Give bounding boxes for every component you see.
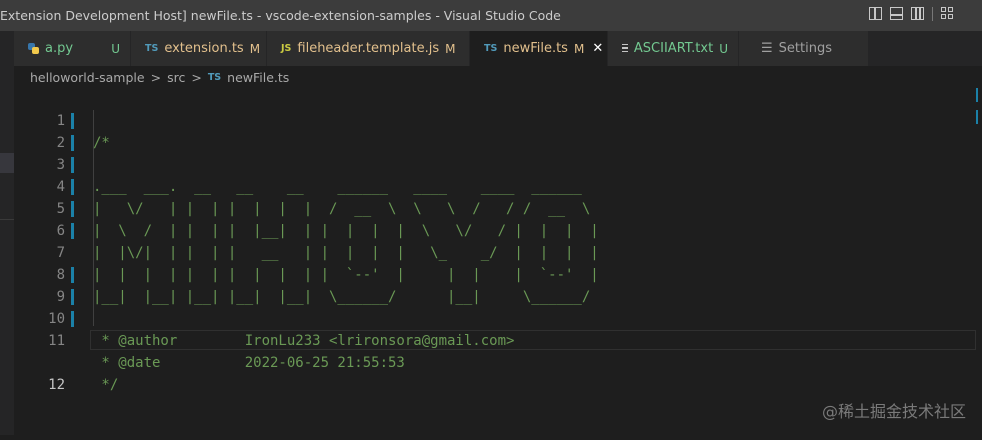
editor-tabs: a.py U TS extension.ts M JS fileheader.t… <box>14 31 982 66</box>
customize-layout-icon[interactable] <box>941 7 954 20</box>
scrollbar-marker[interactable] <box>976 110 978 124</box>
tab-extension-ts[interactable]: TS extension.ts M <box>131 31 267 66</box>
code-line: 10 * @date 2022-06-25 21:55:53 <box>14 286 982 371</box>
modified-gutter-marker[interactable] <box>71 267 74 283</box>
tab-label: Settings <box>778 41 832 56</box>
tab-fileheader-template-js[interactable]: JS fileheader.template.js M <box>267 31 470 66</box>
close-icon[interactable]: ✕ <box>592 41 603 56</box>
modified-gutter-marker[interactable] <box>71 311 74 327</box>
chevron-right-icon: > <box>191 69 202 85</box>
modified-gutter-marker[interactable] <box>71 157 74 173</box>
watermark: @稀土掘金技术社区 <box>821 402 966 421</box>
tab-label: a.py <box>45 41 74 56</box>
code-editor[interactable]: 1 /* 2 .___ ___. __ __ __ ______ ____ __… <box>14 88 982 435</box>
breadcrumb-item-folder[interactable]: helloworld-sample <box>30 70 145 85</box>
code-line: 8 <box>14 242 982 283</box>
layout-divider <box>932 7 933 21</box>
text-file-icon <box>622 43 628 54</box>
breadcrumb-item-src[interactable]: src <box>167 70 185 85</box>
code-text: * @date 2022-06-25 21:55:53 <box>93 355 405 371</box>
toggle-panel-icon[interactable] <box>890 7 903 20</box>
code-line: 7 |__| |__| |__| |__| |__| \______/ |__|… <box>14 220 982 305</box>
modified-gutter-marker[interactable] <box>71 135 74 151</box>
tab-label: fileheader.template.js <box>297 41 440 56</box>
code-line: 9 * @author IronLu233 <lrironsora@gmail.… <box>14 264 982 349</box>
toggle-secondary-sidebar-icon[interactable] <box>911 7 924 20</box>
window-title: Extension Development Host] newFile.ts -… <box>0 8 561 23</box>
code-text: */ <box>93 377 119 393</box>
code-line: 6 | | | | | | | | | | | `--' | | | | `--… <box>14 198 982 283</box>
breadcrumb-item-file[interactable]: newFile.ts <box>227 70 289 85</box>
code-line: 11 */ <box>14 308 982 393</box>
tab-status-badge: U <box>719 41 728 56</box>
modified-gutter-marker[interactable] <box>71 223 74 239</box>
activity-bar <box>0 31 14 435</box>
code-line: 1 /* <box>14 88 982 151</box>
scrollbar-marker[interactable] <box>976 88 978 102</box>
javascript-file-icon: JS <box>281 43 292 54</box>
modified-gutter-marker[interactable] <box>71 289 74 305</box>
gear-icon: ☰ <box>761 41 773 56</box>
tab-status-badge: U <box>111 41 120 56</box>
tab-a-py[interactable]: a.py U <box>14 31 131 66</box>
tab-status-badge: M <box>445 41 456 56</box>
python-file-icon <box>28 43 39 54</box>
tab-label: extension.ts <box>164 41 244 56</box>
code-line: 4 | \ / | | | | |__| | | | | | \ \/ / | … <box>14 154 982 239</box>
activity-divider <box>0 219 14 220</box>
current-line-highlight <box>90 330 976 350</box>
tab-status-badge: M <box>573 41 585 56</box>
title-bar: Extension Development Host] newFile.ts -… <box>0 0 982 31</box>
modified-gutter-marker[interactable] <box>71 113 74 129</box>
toggle-primary-sidebar-icon[interactable] <box>869 7 882 20</box>
tab-settings[interactable]: ☰ Settings <box>739 31 869 66</box>
tab-label: newFile.ts <box>503 41 568 56</box>
tab-label: ASCIIART.txt <box>633 41 714 56</box>
layout-controls <box>869 7 954 21</box>
tab-status-badge: M <box>249 41 261 56</box>
tab-asciiart-txt[interactable]: ASCIIART.txt U <box>608 31 739 66</box>
code-line: 2 .___ ___. __ __ __ ______ ____ ____ __… <box>14 110 982 195</box>
code-line-current: 12 <box>14 330 982 393</box>
activity-selected-item[interactable] <box>0 153 14 173</box>
breadcrumb: helloworld-sample > src > TS newFile.ts <box>30 66 289 88</box>
typescript-file-icon: TS <box>207 71 222 83</box>
code-line: 3 | \/ | | | | | | | / __ \ \ \ / / / __… <box>14 132 982 217</box>
code-line: 5 | |\/| | | | | __ | | | | | \_ _/ | | … <box>14 176 982 261</box>
typescript-file-icon: TS <box>484 43 498 54</box>
tab-newfile-ts[interactable]: TS newFile.ts M ✕ <box>470 31 608 66</box>
line-number: 12 <box>48 377 65 393</box>
modified-gutter-marker[interactable] <box>71 201 74 217</box>
chevron-right-icon: > <box>150 69 162 85</box>
modified-gutter-marker[interactable] <box>71 179 74 195</box>
typescript-file-icon: TS <box>145 43 159 54</box>
